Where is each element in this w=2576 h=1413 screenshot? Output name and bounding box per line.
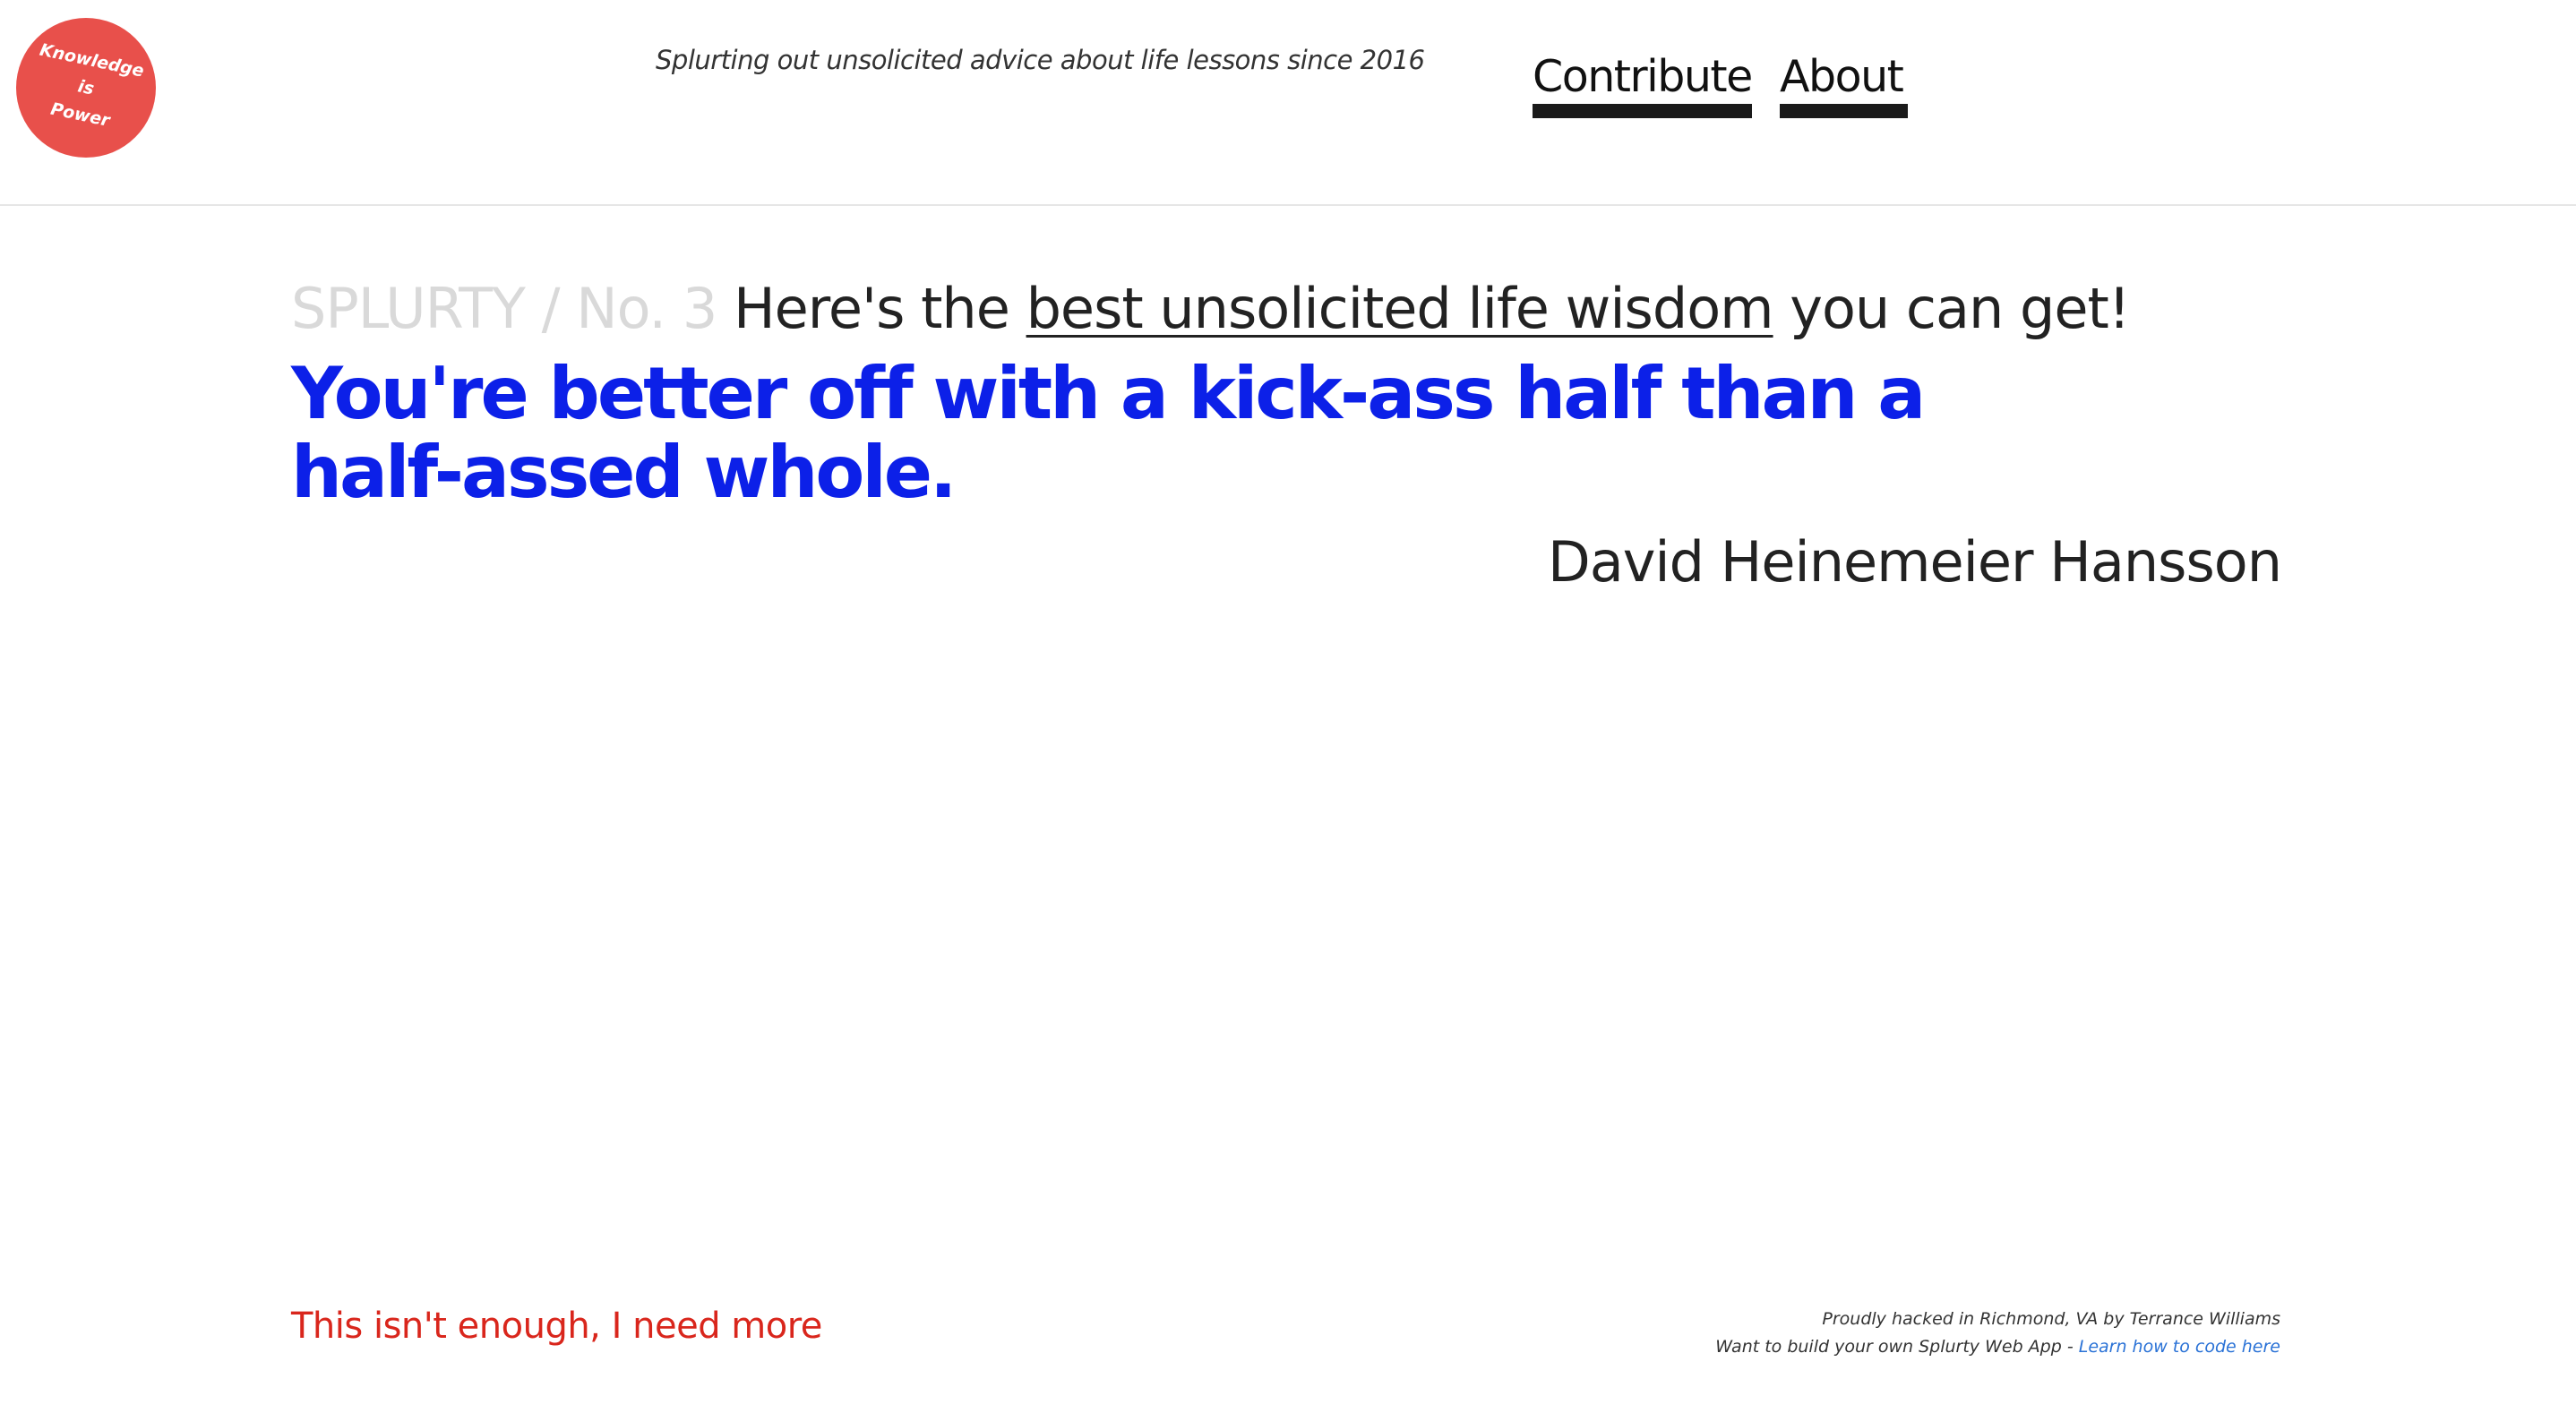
credit-line-2: Want to build your own Splurty Web App -…	[1715, 1333, 2280, 1361]
site-tagline: Splurting out unsolicited advice about l…	[656, 45, 1425, 75]
footer-credits: Proudly hacked in Richmond, VA by Terran…	[1715, 1306, 2280, 1361]
main-content: SPLURTY / No. 3 Here's the best unsolici…	[291, 269, 2288, 600]
credit-line-2-text: Want to build your own Splurty Web App -	[1715, 1337, 2074, 1357]
site-header: Knowledge is Power Splurting out unsolic…	[0, 0, 2576, 206]
learn-to-code-link[interactable]: Learn how to code here	[2079, 1337, 2280, 1357]
quote-author: David Heinemeier Hansson	[1548, 529, 2282, 595]
intro-suffix: you can get!	[1790, 276, 2130, 341]
logo-badge[interactable]: Knowledge is Power	[16, 18, 156, 158]
intro-prefix: Here's the	[734, 276, 1010, 341]
logo-line-3: Power	[48, 98, 112, 131]
more-quotes-link[interactable]: This isn't enough, I need more	[291, 1306, 822, 1347]
logo-line-2: is	[76, 75, 97, 99]
logo-text: Knowledge is Power	[3, 4, 168, 170]
intro-wisdom-link[interactable]: best unsolicited life wisdom	[1026, 276, 1774, 341]
intro-line: SPLURTY / No. 3 Here's the best unsolici…	[291, 269, 2288, 349]
quote-text: You're better off with a kick-ass half t…	[291, 352, 1926, 514]
issue-label: SPLURTY / No. 3	[291, 276, 717, 341]
credit-line-1: Proudly hacked in Richmond, VA by Terran…	[1822, 1309, 2280, 1329]
nav-about-link[interactable]: About	[1780, 50, 1908, 118]
nav-contribute-link[interactable]: Contribute	[1533, 50, 1753, 118]
